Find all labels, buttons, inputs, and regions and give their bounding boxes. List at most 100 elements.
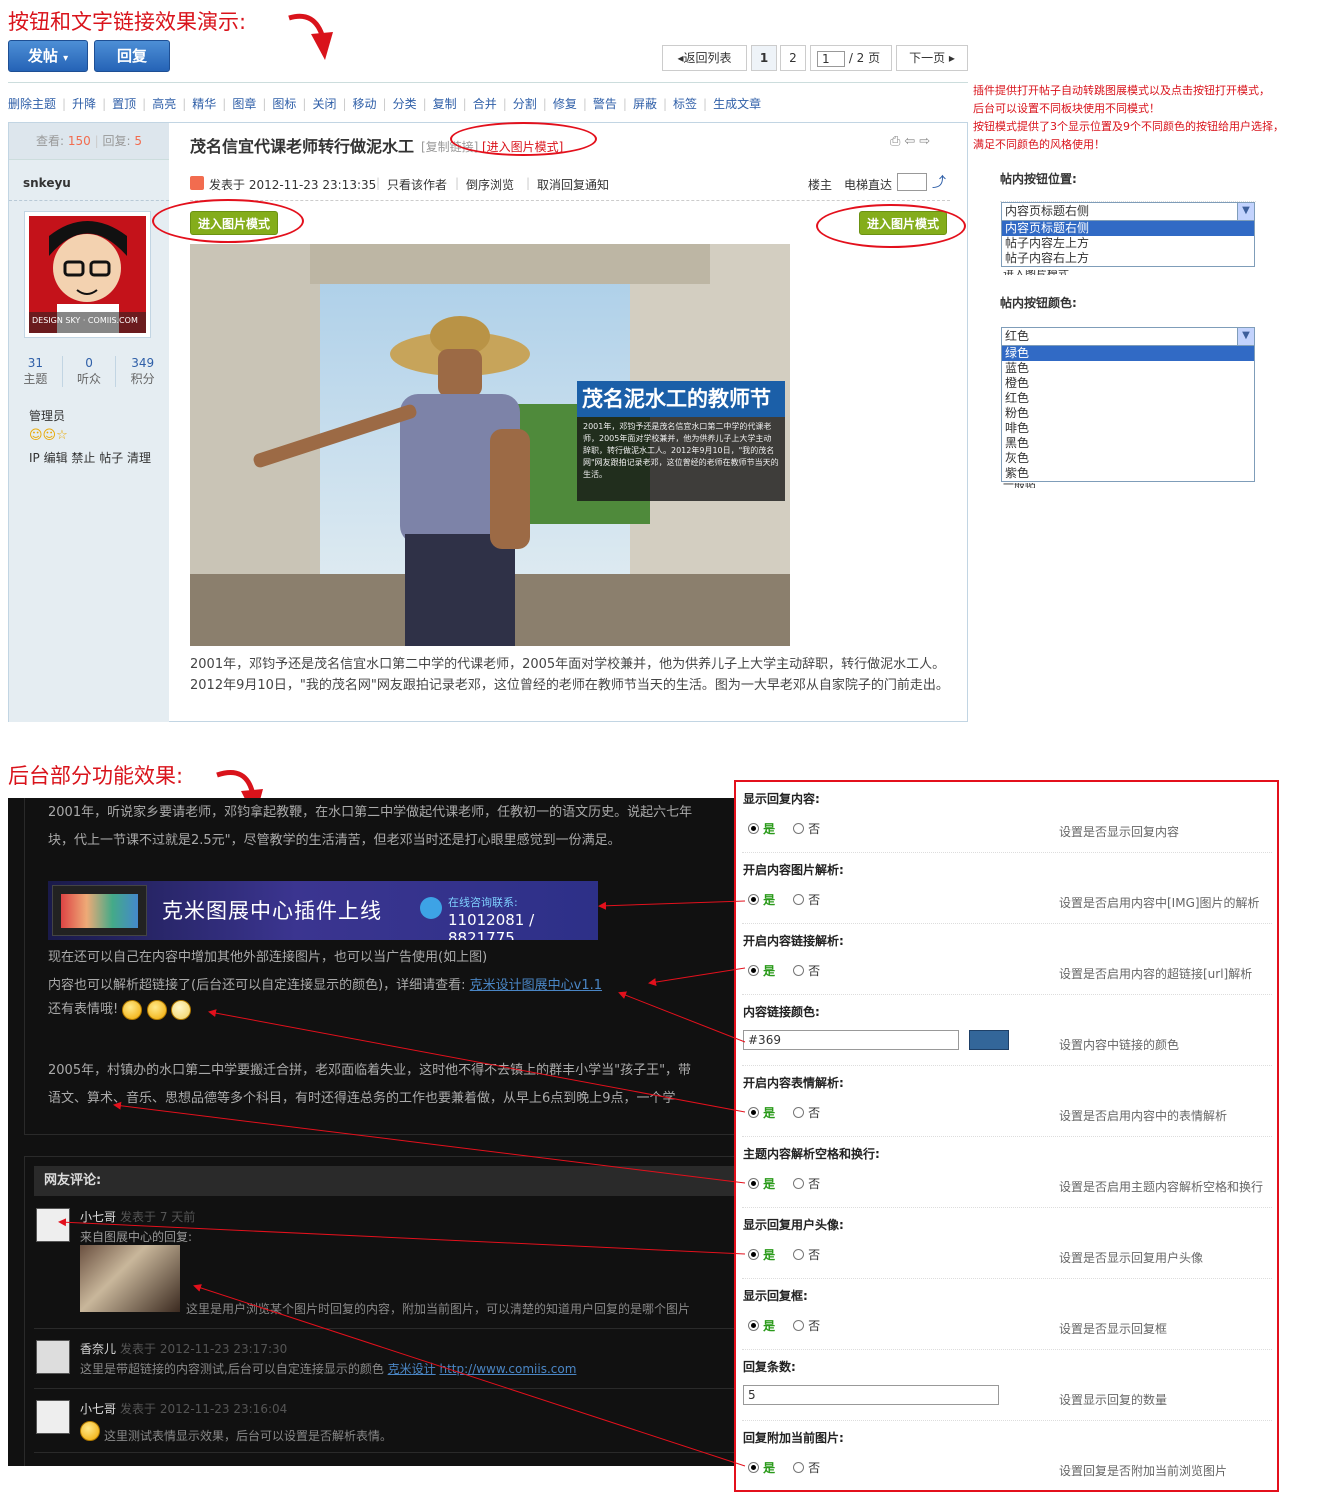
radio-no[interactable] <box>793 823 805 834</box>
threads-label: 主题 <box>23 372 48 386</box>
mod-link[interactable]: 生成文章 <box>713 97 761 111</box>
stat-threads[interactable]: 31 主题 <box>9 356 63 387</box>
commenter-avatar[interactable] <box>36 1400 70 1434</box>
radio-no[interactable] <box>793 1462 805 1473</box>
mod-link[interactable]: 标签 <box>673 97 697 111</box>
radio-no[interactable] <box>793 1178 805 1189</box>
author-name[interactable]: snkeyu <box>23 176 71 190</box>
yes-no-radio-group: 是 否 <box>748 820 820 837</box>
gallery-link[interactable]: 克米设计图展中心v1.1 <box>470 978 602 993</box>
select-option[interactable]: 红色 <box>1002 391 1254 406</box>
radio-yes[interactable] <box>748 1462 759 1473</box>
separator: | <box>662 97 667 111</box>
comment-link-url[interactable]: http://www.comiis.com <box>439 1362 576 1376</box>
position-select-current[interactable]: 内容页标题右侧 ▼ <box>1002 203 1254 221</box>
radio-no[interactable] <box>793 965 805 976</box>
mod-link[interactable]: 移动 <box>353 97 377 111</box>
dark-paragraph-6: 2005年，村镇办的水口第二中学要搬迁合拼，老邓面临着失业，这时他不得不去镇上的… <box>48 1063 692 1078</box>
user-group[interactable]: 管理员 <box>29 407 65 424</box>
select-option[interactable]: 绿色 <box>1002 346 1254 361</box>
select-option[interactable]: 灰色 <box>1002 451 1254 466</box>
mod-link[interactable]: 图章 <box>232 97 256 111</box>
yes-no-radio-group: 是 否 <box>748 962 820 979</box>
page-jump-input[interactable]: 1 <box>817 50 845 67</box>
mod-link[interactable]: 警告 <box>593 97 617 111</box>
radio-yes[interactable] <box>748 823 759 834</box>
mod-link[interactable]: 高亮 <box>152 97 176 111</box>
stat-fans[interactable]: 0 听众 <box>63 356 117 387</box>
setting-input[interactable]: 5 <box>743 1385 999 1405</box>
setting-input[interactable]: #369 <box>743 1030 959 1050</box>
setting-title: 主题内容解析空格和换行: <box>743 1147 880 1161</box>
radio-no[interactable] <box>793 1107 805 1118</box>
radio-no[interactable] <box>793 894 805 905</box>
divider <box>742 1136 1272 1137</box>
commenter-avatar[interactable] <box>36 1340 70 1374</box>
radio-yes[interactable] <box>748 894 759 905</box>
cancel-notice-link[interactable]: 取消回复通知 <box>537 176 609 193</box>
commenter-name[interactable]: 香奈儿 <box>80 1340 116 1357</box>
select-option[interactable]: 内容页标题右侧 <box>1002 221 1254 236</box>
mod-link[interactable]: 精华 <box>192 97 216 111</box>
dark-paragraph-4: 内容也可以解析超链接了(后台还可以自定连接显示的颜色)，详细请查看: 克米设计图… <box>48 974 602 993</box>
stat-credits[interactable]: 349 积分 <box>116 356 169 387</box>
radio-yes[interactable] <box>748 965 759 976</box>
select-option[interactable]: 蓝色 <box>1002 361 1254 376</box>
select-option[interactable]: 黑色 <box>1002 436 1254 451</box>
comment-attached-photo[interactable] <box>80 1245 180 1312</box>
page-2[interactable]: 2 <box>780 45 806 71</box>
mod-link[interactable]: 分割 <box>513 97 537 111</box>
ad-banner[interactable]: 克米图展中心插件上线 在线咨询联系: 11012081 / 8821775 <box>48 881 598 940</box>
select-option[interactable]: 紫色 <box>1002 466 1254 481</box>
color-swatch[interactable] <box>969 1030 1009 1050</box>
select-option[interactable]: 橙色 <box>1002 376 1254 391</box>
select-option[interactable]: 啡色 <box>1002 421 1254 436</box>
reply-button[interactable]: 回复 <box>94 40 170 72</box>
admin-links[interactable]: IP 编辑 禁止 帖子 清理 <box>29 449 151 466</box>
color-select[interactable]: 红色 ▼ 绿色 蓝色 橙色 红色 粉色 啡色 黑色 灰色 紫色 <box>1001 327 1255 482</box>
replies-label: 回复: <box>102 134 131 148</box>
reverse-order-link[interactable]: 倒序浏览 <box>466 176 514 193</box>
setting-hint: 设置是否启用内容中[IMG]图片的解析 <box>1059 896 1260 910</box>
radio-no[interactable] <box>793 1249 805 1260</box>
elevator-input[interactable] <box>897 173 927 191</box>
chevron-down-icon: ▾ <box>63 53 69 64</box>
plugin-note: 插件提供打开帖子自动转跳图展模式以及点击按钮打开模式， 后台可以设置不同板块使用不… <box>973 82 1328 154</box>
commenter-avatar[interactable] <box>36 1208 70 1242</box>
radio-yes[interactable] <box>748 1178 759 1189</box>
mod-link[interactable]: 合并 <box>473 97 497 111</box>
only-author-link[interactable]: 只看该作者 <box>387 176 447 193</box>
mod-link[interactable]: 升降 <box>72 97 96 111</box>
select-option[interactable]: 粉色 <box>1002 406 1254 421</box>
page-1[interactable]: 1 <box>751 45 777 71</box>
print-nav-icons[interactable]: ⎙⇦⇨ <box>890 134 934 149</box>
color-select-current[interactable]: 红色 ▼ <box>1002 328 1254 346</box>
next-page-button[interactable]: 下一页 ▸ <box>896 45 968 71</box>
mod-link[interactable]: 图标 <box>272 97 296 111</box>
comment-link[interactable]: 克米设计 <box>388 1362 436 1376</box>
rank-stars-icon: ☺☺☆ <box>29 428 68 443</box>
radio-yes[interactable] <box>748 1249 759 1260</box>
banner-contact: 在线咨询联系: <box>448 896 518 909</box>
mod-link[interactable]: 屏蔽 <box>633 97 657 111</box>
mod-link[interactable]: 置顶 <box>112 97 136 111</box>
mod-link[interactable]: 复制 <box>433 97 457 111</box>
back-to-list-button[interactable]: ◂返回列表 <box>662 45 747 71</box>
views-label: 查看: <box>36 134 65 148</box>
radio-yes[interactable] <box>748 1320 759 1331</box>
position-select-label: 帖内按钮位置: <box>1000 172 1077 186</box>
position-select[interactable]: 内容页标题右侧 ▼ 内容页标题右侧 帖子内容左上方 帖子内容右上方 <box>1001 202 1255 267</box>
mod-link[interactable]: 关闭 <box>312 97 336 111</box>
select-option[interactable]: 帖子内容右上方 <box>1002 251 1254 266</box>
mod-link[interactable]: 修复 <box>553 97 577 111</box>
mod-link[interactable]: 分类 <box>393 97 417 111</box>
commenter-name[interactable]: 小七哥 <box>80 1208 116 1225</box>
setting-hint: 设置显示回复的数量 <box>1059 1393 1168 1407</box>
commenter-name[interactable]: 小七哥 <box>80 1400 116 1417</box>
mod-link[interactable]: 删除主题 <box>8 97 56 111</box>
select-option[interactable]: 帖子内容左上方 <box>1002 236 1254 251</box>
radio-no[interactable] <box>793 1320 805 1331</box>
go-icon[interactable]: ⤴ <box>932 172 946 192</box>
post-button[interactable]: 发帖 ▾ <box>8 40 88 72</box>
radio-yes[interactable] <box>748 1107 759 1118</box>
